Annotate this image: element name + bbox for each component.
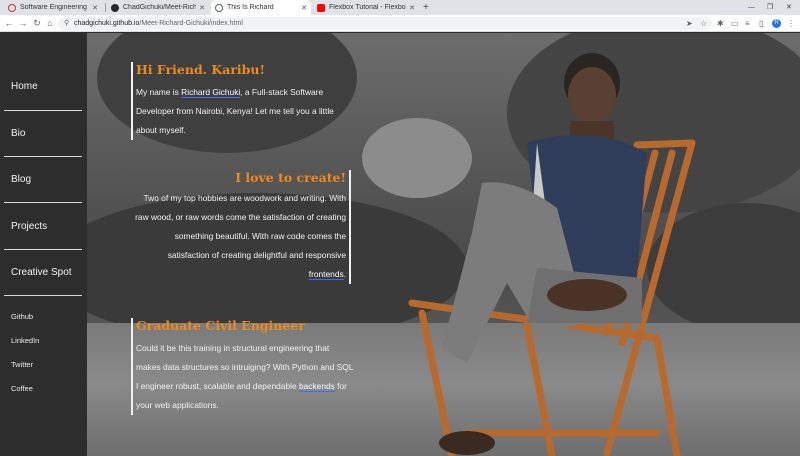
browser-tab-3[interactable]: This Is Richard ✕ [211, 0, 311, 15]
browser-tab-4[interactable]: Flexbox Tutorial - Flexbox... ✕ [313, 0, 419, 15]
send-icon[interactable]: ➤ [686, 17, 693, 30]
divider [4, 110, 82, 111]
new-tab-button[interactable]: + [423, 0, 429, 15]
close-window-button[interactable]: ✕ [786, 0, 792, 15]
tab-favicon-icon [8, 3, 16, 12]
menu-icon[interactable]: ⋮ [787, 15, 795, 32]
extensions-icon[interactable]: ✱ [717, 15, 724, 32]
nav-blog[interactable]: Blog [4, 174, 82, 185]
cast-icon[interactable]: ▭ [731, 15, 739, 32]
close-icon[interactable]: ✕ [92, 4, 98, 12]
tab-title: This Is Richard [227, 4, 274, 11]
link-github[interactable]: Github [11, 312, 33, 321]
browser-tab-strip: Software Engineering SI... ✕ ChadGichuki… [0, 0, 800, 15]
tab-title: ChadGichuki/Meet-Richar... [123, 4, 197, 11]
address-bar[interactable]: ⚲ chadgichuki.github.io/Meet-Richard-Gic… [58, 17, 712, 30]
sidebar-nav: Home Bio Blog Projects Creative Spot Git… [0, 33, 87, 456]
divider [4, 249, 82, 250]
browser-toolbar: ← → ↻ ⌂ ⚲ chadgichuki.github.io/Meet-Ric… [0, 15, 800, 32]
nav-projects[interactable]: Projects [4, 221, 82, 232]
browser-tab-2[interactable]: ChadGichuki/Meet-Richar... ✕ [107, 0, 209, 15]
browser-tab-1[interactable]: Software Engineering SI... ✕ [4, 0, 102, 15]
divider [4, 295, 82, 296]
restore-button[interactable]: ❐ [767, 0, 773, 15]
divider [4, 202, 82, 203]
youtube-icon [317, 3, 325, 12]
globe-icon [215, 3, 223, 12]
backends-link[interactable]: backends [298, 381, 335, 392]
url-text: chadgichuki.github.io/Meet-Richard-Gichu… [74, 20, 243, 27]
nav-bio[interactable]: Bio [4, 128, 82, 139]
webpage: Home Bio Blog Projects Creative Spot Git… [0, 33, 800, 456]
intro-paragraph: My name is Richard Gichuki, a Full-stack… [136, 87, 334, 135]
link-twitter[interactable]: Twitter [11, 360, 33, 369]
tab-title: Flexbox Tutorial - Flexbox... [329, 4, 406, 11]
nav-creative-spot[interactable]: Creative Spot [4, 267, 82, 278]
forward-icon[interactable]: → [17, 15, 29, 32]
link-linkedin[interactable]: LinkedIn [11, 336, 39, 345]
profile-avatar[interactable]: R [772, 19, 781, 28]
reading-list-icon[interactable]: ≡ [745, 15, 750, 32]
divider [4, 156, 82, 157]
engineer-heading: Graduate Civil Engineer [136, 318, 305, 333]
create-heading: I love to create! [235, 170, 346, 185]
back-icon[interactable]: ← [3, 15, 15, 32]
close-icon[interactable]: ✕ [301, 4, 307, 12]
intro-heading: Hi Friend. Karibu! [136, 62, 265, 77]
hero-section: Hi Friend. Karibu! My name is Richard Gi… [87, 33, 800, 456]
reload-icon[interactable]: ↻ [31, 15, 43, 32]
create-paragraph: Two of my top hobbies are woodwork and w… [135, 193, 346, 280]
close-icon[interactable]: ✕ [409, 4, 415, 12]
portrait-illustration [439, 53, 647, 455]
name-highlight: Richard Gichuki [181, 87, 241, 98]
site-info-icon[interactable]: ⚲ [64, 17, 69, 30]
side-panel-icon[interactable]: ▯ [759, 15, 763, 32]
engineer-paragraph: Could it be this training in structural … [136, 343, 354, 410]
tab-title: Software Engineering SI... [20, 4, 89, 11]
minimize-button[interactable]: — [748, 0, 755, 15]
intro-section: Hi Friend. Karibu! My name is Richard Gi… [131, 62, 355, 140]
home-icon[interactable]: ⌂ [44, 15, 56, 32]
frontends-link[interactable]: frontends [308, 269, 344, 280]
bookmark-star-icon[interactable]: ☆ [700, 17, 707, 30]
github-icon [111, 3, 119, 12]
engineer-section: Graduate Civil Engineer Could it be this… [131, 318, 355, 415]
close-icon[interactable]: ✕ [199, 4, 205, 12]
create-section: I love to create! Two of my top hobbies … [132, 170, 351, 284]
nav-home[interactable]: Home [4, 81, 82, 92]
link-coffee[interactable]: Coffee [11, 384, 33, 393]
